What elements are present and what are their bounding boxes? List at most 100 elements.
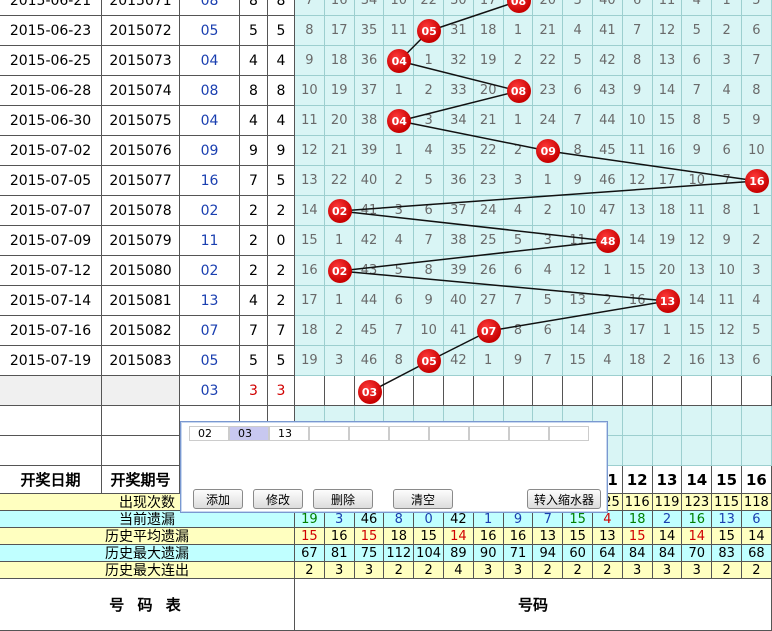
edit-button[interactable]: 修改: [253, 489, 303, 509]
grid-cell: 6: [682, 46, 713, 76]
grid-cell: 7: [503, 286, 534, 316]
stat-value: 68: [742, 545, 772, 562]
grid-cell: 3: [533, 226, 564, 256]
grid-cell: 12: [652, 16, 683, 46]
grid-cell: 6: [384, 286, 415, 316]
grid-cell: 37: [354, 76, 385, 106]
grid-cell: 1: [384, 76, 415, 106]
draw-issue: 2015081: [102, 286, 180, 316]
stat-value: 14: [682, 528, 713, 545]
number-ball: 05: [417, 349, 442, 373]
digit-b: 2: [268, 196, 295, 226]
entry-cell-6[interactable]: [389, 426, 429, 441]
grid-cell: 1: [533, 166, 564, 196]
grid-cell: 5: [742, 0, 772, 16]
grid-cell: 43: [593, 76, 623, 106]
predict-digit-b: 3: [268, 376, 295, 406]
stat-value: 16: [682, 511, 713, 528]
grid-cell: 8: [682, 106, 713, 136]
grid-cell: 46: [593, 166, 623, 196]
entry-cell-7[interactable]: [429, 426, 469, 441]
predict-grid-cell: [652, 376, 683, 406]
grid-cell: 21: [473, 106, 504, 136]
empty-cell: [0, 376, 102, 406]
predict-digit-a: 3: [240, 376, 268, 406]
add-button[interactable]: 添加: [193, 489, 243, 509]
grid-cell: 5: [503, 226, 534, 256]
entry-cell-5[interactable]: [349, 426, 389, 441]
grid-cell: 13: [563, 286, 593, 316]
grid-cell: 41: [444, 316, 474, 346]
digit-a: 7: [240, 316, 268, 346]
grid-cell: 8: [503, 316, 534, 346]
grid-cell: [682, 406, 713, 436]
grid-cell: 14: [295, 196, 325, 226]
grid-cell: 42: [444, 346, 474, 376]
predict-grid-cell: [324, 376, 355, 406]
grid-cell: 11: [682, 196, 713, 226]
grid-cell: 10: [563, 196, 593, 226]
draw-date: 2015-07-16: [0, 316, 102, 346]
grid-cell: 4: [593, 346, 623, 376]
empty-cell: [0, 406, 102, 436]
grid-cell: 7: [384, 316, 415, 346]
stat-value: 123: [682, 494, 713, 511]
winning-number: 09: [180, 136, 240, 166]
grid-cell: 22: [473, 136, 504, 166]
grid-cell: 1: [712, 0, 742, 16]
draw-issue: 2015072: [102, 16, 180, 46]
grid-cell: 7: [682, 76, 713, 106]
digit-a: 4: [240, 106, 268, 136]
winning-number: 05: [180, 346, 240, 376]
delete-button[interactable]: 删除: [313, 489, 373, 509]
stat-value: 9: [503, 511, 534, 528]
stat-value: 2: [295, 562, 325, 579]
stat-value: 15: [563, 511, 593, 528]
grid-cell: 4: [414, 136, 444, 166]
entry-cell-10[interactable]: [549, 426, 589, 441]
clear-button[interactable]: 清空: [393, 489, 453, 509]
digit-b: 8: [268, 76, 295, 106]
stat-value: 3: [354, 562, 385, 579]
grid-cell: 41: [354, 196, 385, 226]
stat-value: 3: [682, 562, 713, 579]
grid-cell: [712, 406, 742, 436]
draw-date: 2015-06-23: [0, 16, 102, 46]
grid-cell: 12: [712, 316, 742, 346]
digit-a: 5: [240, 346, 268, 376]
grid-cell: 11: [622, 136, 653, 166]
entry-cell-4[interactable]: [309, 426, 349, 441]
draw-date: 2015-07-19: [0, 346, 102, 376]
grid-cell: 6: [712, 136, 742, 166]
stat-value: 2: [414, 562, 444, 579]
header-col-number: 14: [682, 466, 713, 494]
stat-value: 2: [712, 562, 742, 579]
digit-b: 2: [268, 256, 295, 286]
stat-value: 16: [473, 528, 504, 545]
number-ball: 16: [744, 169, 769, 193]
entry-cell-1[interactable]: 02: [189, 426, 229, 441]
grid-cell: 6: [742, 16, 772, 46]
empty-cell: [0, 436, 102, 466]
grid-cell: 9: [742, 106, 772, 136]
digit-b: 2: [268, 286, 295, 316]
predict-grid-cell: [742, 376, 772, 406]
entry-cell-2[interactable]: 03: [229, 426, 269, 441]
grid-cell: 4: [682, 0, 713, 16]
grid-cell: 18: [295, 316, 325, 346]
transfer-button[interactable]: 转入缩水器: [527, 489, 601, 509]
winning-number: 05: [180, 16, 240, 46]
grid-cell: 26: [473, 256, 504, 286]
entry-cell-8[interactable]: [469, 426, 509, 441]
predict-grid-cell: [295, 376, 325, 406]
grid-cell: 38: [354, 106, 385, 136]
grid-cell: 15: [652, 106, 683, 136]
entry-cell-9[interactable]: [509, 426, 549, 441]
draw-issue: 2015073: [102, 46, 180, 76]
grid-cell: 10: [384, 0, 415, 16]
grid-cell: 39: [444, 256, 474, 286]
entry-cell-3[interactable]: 13: [269, 426, 309, 441]
draw-issue: 2015075: [102, 106, 180, 136]
grid-cell: 19: [324, 76, 355, 106]
winning-number: 16: [180, 166, 240, 196]
